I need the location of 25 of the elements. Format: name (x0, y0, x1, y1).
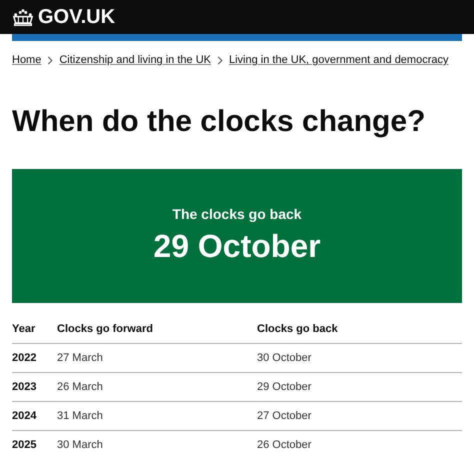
table-cell: 27 October (257, 402, 462, 430)
column-header: Clocks go back (257, 315, 462, 344)
logo-link[interactable]: GOV.UK (12, 6, 116, 28)
column-header: Clocks go forward (57, 315, 257, 344)
table-cell: 30 March (57, 430, 257, 459)
row-header: 2024 (12, 402, 57, 430)
column-header: Year (12, 315, 57, 344)
table-cell: 27 March (57, 344, 257, 372)
panel-date: 29 October (152, 228, 322, 264)
breadcrumb-link[interactable]: Citizenship and living in the UK (59, 54, 211, 66)
table-cell: 30 October (257, 344, 462, 372)
chevron-icon (216, 56, 223, 64)
table-cell: 26 October (257, 430, 462, 459)
table-cell: 26 March (57, 372, 257, 402)
row-header: 2022 (12, 344, 57, 372)
table-cell: 31 March (57, 402, 257, 430)
row-header: 2023 (12, 372, 57, 402)
row-header: 2025 (12, 430, 57, 459)
page-title: When do the clocks change? (12, 104, 426, 140)
chevron-icon (47, 56, 54, 64)
crown-icon (12, 8, 34, 26)
breadcrumb-link[interactable]: Home (12, 54, 42, 66)
panel-caption: The clocks go back (171, 206, 303, 222)
breadcrumb-link[interactable]: Living in the UK, government and democracy (228, 54, 448, 66)
table-cell: 29 October (257, 372, 462, 402)
